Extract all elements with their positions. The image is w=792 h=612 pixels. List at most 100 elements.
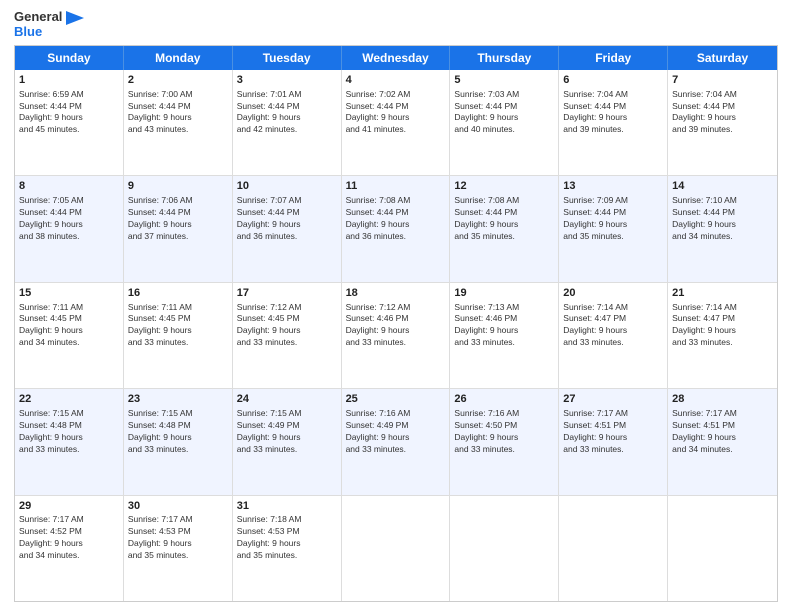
day-number: 11	[346, 179, 446, 194]
calendar-header: SundayMondayTuesdayWednesdayThursdayFrid…	[15, 46, 777, 70]
cell-text-line: Daylight: 9 hours	[346, 325, 446, 337]
day-number: 20	[563, 286, 663, 301]
calendar-cell: 27Sunrise: 7:17 AMSunset: 4:51 PMDayligh…	[559, 389, 668, 494]
cell-text-line: Daylight: 9 hours	[128, 538, 228, 550]
cell-text-line: Sunset: 4:49 PM	[346, 420, 446, 432]
cell-text-line: Sunset: 4:46 PM	[454, 313, 554, 325]
calendar-cell-empty	[450, 496, 559, 601]
day-number: 12	[454, 179, 554, 194]
cell-text-line: Daylight: 9 hours	[346, 432, 446, 444]
cell-text-line: and 38 minutes.	[19, 231, 119, 243]
cell-text-line: Daylight: 9 hours	[128, 325, 228, 337]
logo-text-blue: Blue	[14, 25, 84, 39]
cell-text-line: and 43 minutes.	[128, 124, 228, 136]
cell-text-line: Sunset: 4:51 PM	[672, 420, 773, 432]
calendar-header-cell: Thursday	[450, 46, 559, 70]
calendar-cell: 10Sunrise: 7:07 AMSunset: 4:44 PMDayligh…	[233, 176, 342, 281]
calendar-cell: 8Sunrise: 7:05 AMSunset: 4:44 PMDaylight…	[15, 176, 124, 281]
cell-text-line: and 41 minutes.	[346, 124, 446, 136]
cell-text-line: Sunrise: 7:08 AM	[454, 195, 554, 207]
cell-text-line: Daylight: 9 hours	[672, 325, 773, 337]
day-number: 30	[128, 499, 228, 514]
cell-text-line: Sunrise: 7:06 AM	[128, 195, 228, 207]
cell-text-line: Sunset: 4:48 PM	[128, 420, 228, 432]
cell-text-line: Sunset: 4:53 PM	[128, 526, 228, 538]
cell-text-line: Daylight: 9 hours	[563, 325, 663, 337]
day-number: 8	[19, 179, 119, 194]
day-number: 23	[128, 392, 228, 407]
cell-text-line: and 33 minutes.	[128, 337, 228, 349]
day-number: 17	[237, 286, 337, 301]
cell-text-line: Sunrise: 7:12 AM	[346, 302, 446, 314]
day-number: 13	[563, 179, 663, 194]
calendar-cell: 30Sunrise: 7:17 AMSunset: 4:53 PMDayligh…	[124, 496, 233, 601]
cell-text-line: Sunset: 4:46 PM	[346, 313, 446, 325]
cell-text-line: Daylight: 9 hours	[563, 112, 663, 124]
day-number: 10	[237, 179, 337, 194]
cell-text-line: and 33 minutes.	[19, 444, 119, 456]
calendar-cell: 11Sunrise: 7:08 AMSunset: 4:44 PMDayligh…	[342, 176, 451, 281]
cell-text-line: Sunset: 4:45 PM	[128, 313, 228, 325]
cell-text-line: and 42 minutes.	[237, 124, 337, 136]
cell-text-line: Sunrise: 7:15 AM	[237, 408, 337, 420]
cell-text-line: Sunrise: 7:17 AM	[19, 514, 119, 526]
cell-text-line: and 39 minutes.	[672, 124, 773, 136]
cell-text-line: and 40 minutes.	[454, 124, 554, 136]
cell-text-line: and 34 minutes.	[672, 231, 773, 243]
day-number: 9	[128, 179, 228, 194]
day-number: 1	[19, 73, 119, 88]
cell-text-line: Sunrise: 7:05 AM	[19, 195, 119, 207]
cell-text-line: Sunrise: 7:15 AM	[128, 408, 228, 420]
cell-text-line: and 33 minutes.	[454, 337, 554, 349]
cell-text-line: Sunrise: 7:17 AM	[128, 514, 228, 526]
logo-arrow	[66, 11, 84, 25]
cell-text-line: Sunrise: 7:11 AM	[19, 302, 119, 314]
cell-text-line: Daylight: 9 hours	[672, 112, 773, 124]
cell-text-line: Sunrise: 7:08 AM	[346, 195, 446, 207]
cell-text-line: Daylight: 9 hours	[346, 219, 446, 231]
calendar-cell: 29Sunrise: 7:17 AMSunset: 4:52 PMDayligh…	[15, 496, 124, 601]
cell-text-line: Sunrise: 7:02 AM	[346, 89, 446, 101]
cell-text-line: Daylight: 9 hours	[454, 219, 554, 231]
cell-text-line: Sunrise: 7:18 AM	[237, 514, 337, 526]
cell-text-line: Daylight: 9 hours	[454, 432, 554, 444]
cell-text-line: Sunset: 4:44 PM	[237, 101, 337, 113]
cell-text-line: Sunrise: 7:11 AM	[128, 302, 228, 314]
cell-text-line: and 39 minutes.	[563, 124, 663, 136]
day-number: 7	[672, 73, 773, 88]
cell-text-line: and 35 minutes.	[128, 550, 228, 562]
cell-text-line: Sunset: 4:45 PM	[19, 313, 119, 325]
cell-text-line: Sunset: 4:49 PM	[237, 420, 337, 432]
calendar-cell: 14Sunrise: 7:10 AMSunset: 4:44 PMDayligh…	[668, 176, 777, 281]
cell-text-line: Sunset: 4:44 PM	[672, 207, 773, 219]
cell-text-line: and 34 minutes.	[19, 337, 119, 349]
calendar-header-cell: Tuesday	[233, 46, 342, 70]
calendar-cell: 2Sunrise: 7:00 AMSunset: 4:44 PMDaylight…	[124, 70, 233, 175]
calendar-row: 22Sunrise: 7:15 AMSunset: 4:48 PMDayligh…	[15, 389, 777, 495]
calendar-cell-empty	[342, 496, 451, 601]
logo-text-general: General	[14, 10, 84, 25]
calendar-cell: 18Sunrise: 7:12 AMSunset: 4:46 PMDayligh…	[342, 283, 451, 388]
calendar-cell: 7Sunrise: 7:04 AMSunset: 4:44 PMDaylight…	[668, 70, 777, 175]
cell-text-line: and 35 minutes.	[454, 231, 554, 243]
calendar-row: 8Sunrise: 7:05 AM Sunset: 4:44 PM Daylight…	[15, 176, 777, 282]
calendar-cell: 5Sunrise: 7:03 AMSunset: 4:44 PMDaylight…	[450, 70, 559, 175]
header: General Blue	[14, 10, 778, 39]
cell-text-line: Daylight: 9 hours	[672, 432, 773, 444]
cell-text-line: Sunrise: 7:03 AM	[454, 89, 554, 101]
calendar-cell: 4Sunrise: 7:02 AMSunset: 4:44 PMDaylight…	[342, 70, 451, 175]
cell-text-line: Sunset: 4:47 PM	[672, 313, 773, 325]
cell-text-line: Daylight: 9 hours	[19, 219, 119, 231]
day-number: 28	[672, 392, 773, 407]
cell-text-line: Sunrise: 7:09 AM	[563, 195, 663, 207]
calendar-cell: 1Sunrise: 6:59 AMSunset: 4:44 PMDaylight…	[15, 70, 124, 175]
calendar-cell: 9Sunrise: 7:06 AMSunset: 4:44 PMDaylight…	[124, 176, 233, 281]
cell-text-line: Sunset: 4:44 PM	[672, 101, 773, 113]
calendar-header-cell: Monday	[124, 46, 233, 70]
cell-text-line: and 33 minutes.	[672, 337, 773, 349]
calendar-cell: 21Sunrise: 7:14 AMSunset: 4:47 PMDayligh…	[668, 283, 777, 388]
cell-text-line: and 33 minutes.	[454, 444, 554, 456]
calendar-cell: 25Sunrise: 7:16 AMSunset: 4:49 PMDayligh…	[342, 389, 451, 494]
cell-text-line: Daylight: 9 hours	[563, 432, 663, 444]
calendar-header-cell: Sunday	[15, 46, 124, 70]
